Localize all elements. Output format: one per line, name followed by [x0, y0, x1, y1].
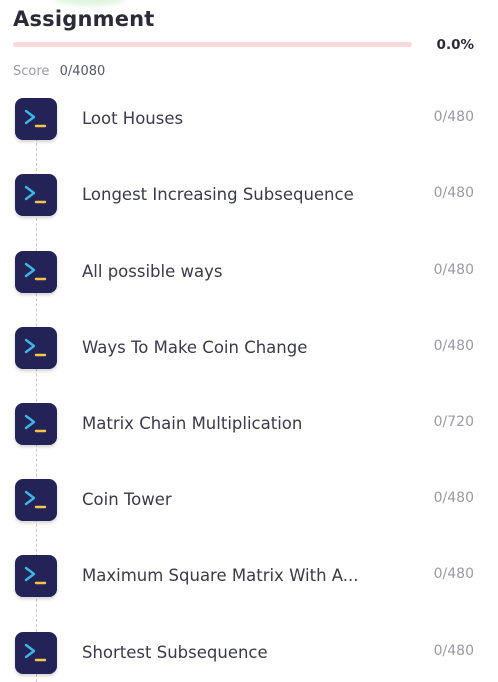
score-summary: Score 0/4080 [13, 64, 105, 79]
problem-item[interactable]: Matrix Chain Multiplication 0/720 [0, 403, 498, 449]
problem-title: Maximum Square Matrix With A... [82, 566, 359, 585]
terminal-icon [15, 555, 57, 597]
problem-title: Shortest Subsequence [82, 643, 268, 662]
problem-title: Coin Tower [82, 490, 172, 509]
terminal-icon [15, 479, 57, 521]
problem-title: Matrix Chain Multiplication [82, 414, 303, 433]
score-label: Score [13, 64, 50, 79]
page-title: Assignment [13, 7, 155, 31]
problem-title: Loot Houses [82, 109, 184, 128]
problem-score: 0/480 [433, 185, 474, 201]
problem-score: 0/480 [433, 643, 474, 659]
problem-score: 0/480 [433, 566, 474, 582]
terminal-icon [15, 174, 57, 216]
problem-item[interactable]: Ways To Make Coin Change 0/480 [0, 327, 498, 373]
problem-item[interactable]: Shortest Subsequence 0/480 [0, 632, 498, 678]
terminal-icon [15, 98, 57, 140]
problem-item[interactable]: All possible ways 0/480 [0, 251, 498, 297]
score-value: 0/4080 [59, 64, 106, 79]
problem-score: 0/480 [433, 262, 474, 278]
decorative-glow [55, 0, 125, 6]
problem-score: 0/480 [433, 490, 474, 506]
progress-bar [13, 42, 412, 47]
problem-item[interactable]: Longest Increasing Subsequence 0/480 [0, 174, 498, 220]
problem-title: All possible ways [82, 262, 223, 281]
problem-score: 0/480 [433, 109, 474, 125]
terminal-icon [15, 251, 57, 293]
problem-title: Ways To Make Coin Change [82, 338, 308, 357]
problem-item[interactable]: Loot Houses 0/480 [0, 98, 498, 144]
terminal-icon [15, 403, 57, 445]
assignment-panel: Assignment 0.0% Score 0/4080 Loot Houses… [0, 0, 498, 682]
problem-title: Longest Increasing Subsequence [82, 185, 354, 204]
progress-percent: 0.0% [436, 37, 474, 53]
problem-score: 0/480 [433, 338, 474, 354]
problem-item[interactable]: Maximum Square Matrix With A... 0/480 [0, 555, 498, 601]
problem-item[interactable]: Coin Tower 0/480 [0, 479, 498, 525]
terminal-icon [15, 632, 57, 674]
terminal-icon [15, 327, 57, 369]
problem-score: 0/720 [433, 414, 474, 430]
